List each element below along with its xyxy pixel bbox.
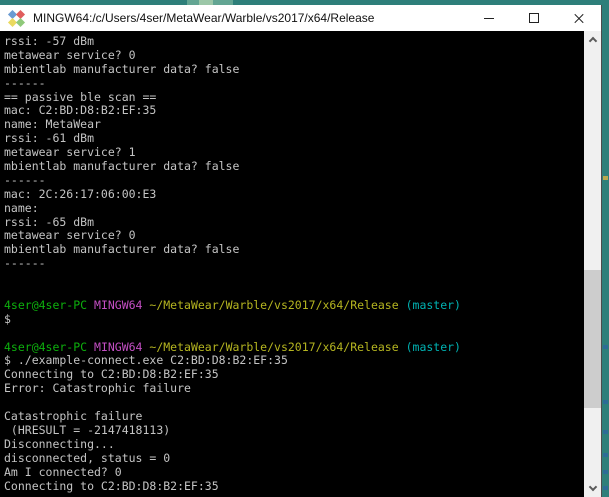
- terminal-text-segment: 4ser@4ser-PC: [4, 339, 95, 354]
- terminal-text-segment: Error: Catastrophic failure: [4, 381, 191, 396]
- desktop-speck: [603, 430, 608, 434]
- terminal-line: mbientlab manufacturer data? false: [4, 159, 584, 174]
- desktop: { "window": { "title": "MINGW64:/c/Users…: [0, 0, 609, 497]
- terminal-text-segment: disconnected, status = 0: [4, 450, 171, 465]
- terminal-line: name: MetaWear: [4, 117, 584, 132]
- terminal-text-segment: MINGW64: [94, 339, 150, 354]
- terminal-line: mac: 2C:26:17:06:00:E3: [4, 186, 584, 202]
- terminal-text-segment: rssi: -61 dBm: [4, 131, 95, 146]
- terminal-line: mbientlab manufacturer data? false: [4, 61, 584, 77]
- msys2-diamond-icon: [7, 9, 26, 27]
- msys2-app-icon[interactable]: [7, 9, 26, 27]
- terminal-text-segment: Connecting to C2:BD:D8:B2:EF:35: [4, 478, 219, 493]
- terminal-text-segment: metawear service? 0: [4, 228, 136, 243]
- terminal-text-segment: (master): [405, 297, 461, 312]
- terminal-text-segment: Am I connected? 0: [4, 464, 122, 479]
- titlebar[interactable]: MINGW64:/c/Users/4ser/MetaWear/Warble/vs…: [0, 5, 601, 31]
- terminal-text-segment: metawear service? 0: [4, 47, 136, 62]
- terminal-line: ------: [4, 256, 584, 271]
- terminal-line: ------: [4, 75, 584, 91]
- scroll-up-button[interactable]: [584, 31, 601, 48]
- terminal-text-segment: (HRESULT = -2147418113): [4, 422, 171, 437]
- terminal-text-segment: ------: [4, 256, 46, 271]
- terminal-line: Error: Catastrophic failure: [4, 381, 584, 396]
- terminal-line: disconnected, status = 0: [4, 450, 584, 466]
- terminal-text-segment: $: [4, 311, 11, 326]
- scrollbar-thumb[interactable]: [584, 270, 601, 408]
- terminal-text-segment: ~/MetaWear/Warble/vs2017/x64/Release: [149, 339, 406, 354]
- terminal-text-segment: ------: [4, 75, 46, 90]
- scrollbar[interactable]: [584, 31, 601, 497]
- terminal-text-segment: name:: [4, 200, 39, 215]
- terminal-text-segment: $ ./example-connect.exe C2:BD:D8:B2:EF:3…: [4, 353, 288, 368]
- minimize-icon: [483, 17, 494, 19]
- terminal-line: Catastrophic failure: [4, 409, 584, 424]
- terminal-line: Connecting to C2:BD:D8:B2:EF:35: [4, 478, 584, 494]
- terminal-text-segment: Disconnecting...: [4, 436, 115, 451]
- terminal-line: 4ser@4ser-PC MINGW64 ~/MetaWear/Warble/v…: [4, 297, 584, 313]
- terminal-line: ------: [4, 172, 584, 188]
- scroll-down-button[interactable]: [584, 480, 601, 497]
- close-button[interactable]: [556, 5, 601, 31]
- terminal-text-segment: ~/MetaWear/Warble/vs2017/x64/Release: [149, 297, 406, 312]
- terminal-line: Disconnecting...: [4, 436, 584, 452]
- terminal-line: Connecting to C2:BD:D8:B2:EF:35: [4, 367, 584, 382]
- terminal-line: name:: [4, 200, 584, 216]
- terminal-text-segment: (master): [405, 339, 461, 354]
- terminal-text-segment: Catastrophic failure: [4, 409, 143, 424]
- terminal-text-segment: mbientlab manufacturer data? false: [4, 159, 240, 174]
- desktop-speck: [603, 486, 608, 490]
- desktop-speck: [603, 453, 608, 457]
- terminal-text-segment: name: MetaWear: [4, 117, 101, 132]
- close-icon: [573, 12, 585, 24]
- terminal-line: metawear service? 1: [4, 145, 584, 160]
- terminal-line: rssi: -61 dBm: [4, 131, 584, 146]
- terminal-line: $: [4, 311, 584, 327]
- terminal-line: $ ./example-connect.exe C2:BD:D8:B2:EF:3…: [4, 354, 584, 368]
- terminal-line: rssi: -57 dBm: [4, 34, 584, 49]
- terminal-line: == passive ble scan ==: [4, 89, 584, 105]
- chevron-up-icon: [588, 36, 597, 46]
- terminal-output[interactable]: rssi: -57 dBm metawear service? 0 mbientla…: [0, 31, 584, 497]
- terminal-text-segment: mbientlab manufacturer data? false: [4, 61, 240, 76]
- terminal-text-segment: Connecting to C2:BD:D8:B2:EF:35: [4, 367, 219, 382]
- terminal-text-segment: MINGW64: [94, 297, 150, 312]
- terminal-line: 4ser@4ser-PC MINGW64 ~/MetaWear/Warble/v…: [4, 339, 584, 355]
- terminal-text-segment: mac: C2:BD:D8:B2:EF:35: [4, 103, 157, 118]
- terminal-text-segment: mbientlab manufacturer data? false: [4, 242, 240, 257]
- terminal-text-segment: ------: [4, 172, 46, 187]
- terminal-line: rssi: -65 dBm: [4, 214, 584, 230]
- terminal-line: mbientlab manufacturer data? false: [4, 242, 584, 257]
- terminal-text-segment: rssi: -57 dBm: [4, 34, 95, 48]
- terminal-line: metawear service? 0: [4, 47, 584, 63]
- terminal-line: mac: C2:BD:D8:B2:EF:35: [4, 104, 584, 118]
- icon-diamond-green: [15, 17, 26, 27]
- desktop-speck: [603, 400, 608, 404]
- terminal-text-segment: rssi: -65 dBm: [4, 214, 95, 229]
- terminal-line: (HRESULT = -2147418113): [4, 422, 584, 438]
- desktop-speck: [603, 176, 608, 180]
- terminal-line: metawear service? 0: [4, 229, 584, 243]
- desktop-speck: [603, 345, 608, 349]
- desktop-speck: [603, 470, 608, 474]
- minimize-button[interactable]: [466, 5, 511, 31]
- maximize-icon: [528, 13, 539, 23]
- terminal-text-segment: == passive ble scan ==: [4, 89, 157, 104]
- terminal-line: Am I connected? 0: [4, 464, 584, 480]
- window-controls: [466, 5, 601, 31]
- chevron-down-icon: [588, 482, 597, 492]
- window-title: MINGW64:/c/Users/4ser/MetaWear/Warble/vs…: [33, 11, 375, 25]
- terminal-text-segment: metawear service? 1: [4, 145, 136, 160]
- terminal-window: MINGW64:/c/Users/4ser/MetaWear/Warble/vs…: [0, 5, 602, 497]
- maximize-button[interactable]: [511, 5, 556, 31]
- terminal-text-segment: 4ser@4ser-PC: [4, 297, 95, 312]
- terminal-text-segment: mac: 2C:26:17:06:00:E3: [4, 186, 157, 201]
